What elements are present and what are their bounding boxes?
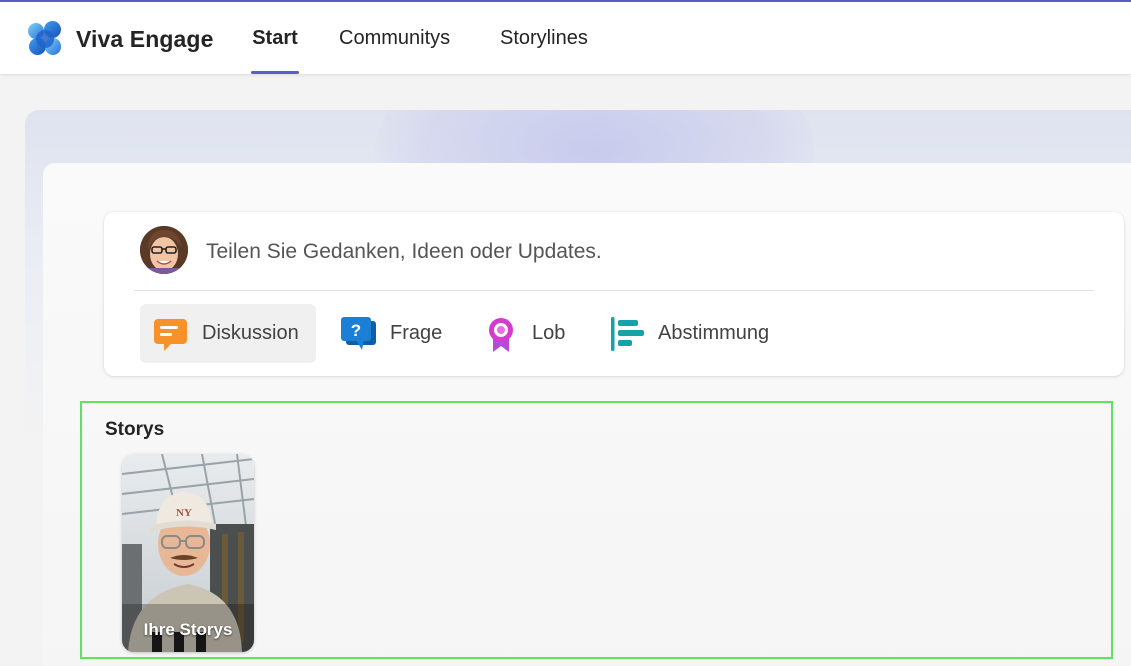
brand[interactable]: Viva Engage	[26, 20, 213, 58]
svg-text:NY: NY	[176, 507, 192, 519]
app-name: Viva Engage	[76, 25, 214, 52]
post-composer: Teilen Sie Gedanken, Ideen oder Updates.…	[104, 212, 1124, 376]
composer-divider	[134, 290, 1094, 291]
top-navigation-bar: Viva Engage Start Communitys Storylines	[0, 2, 1131, 74]
post-type-discussion-label: Diskussion	[202, 322, 299, 344]
user-portrait-image	[140, 226, 188, 274]
post-type-praise-button[interactable]: Lob	[470, 304, 577, 363]
viva-engage-logo-icon	[28, 21, 61, 55]
tab-start-label: Start	[252, 26, 298, 49]
tab-communitys-label: Communitys	[339, 26, 451, 49]
tab-storylines-label: Storylines	[500, 26, 588, 49]
avatar	[140, 226, 188, 274]
post-type-poll-label: Abstimmung	[658, 322, 770, 344]
post-type-praise-label: Lob	[532, 322, 566, 344]
svg-text:?: ?	[351, 321, 361, 340]
discussion-icon	[154, 318, 187, 351]
post-type-question-button[interactable]: ? Frage	[328, 304, 454, 363]
poll-icon	[611, 316, 644, 351]
post-type-question-label: Frage	[390, 322, 443, 344]
stories-heading: Storys	[105, 419, 165, 440]
post-type-poll-button[interactable]: Abstimmung	[596, 304, 781, 363]
post-type-discussion-button[interactable]: Diskussion	[140, 304, 316, 363]
tab-communitys[interactable]: Communitys	[339, 2, 450, 74]
question-icon: ?	[341, 316, 376, 350]
tab-storylines[interactable]: Storylines	[500, 2, 588, 74]
composer-input[interactable]: Teilen Sie Gedanken, Ideen oder Updates.	[206, 238, 602, 266]
stories-section: Storys NY Ihre Storys	[80, 401, 1113, 659]
story-card[interactable]: NY Ihre Storys	[122, 454, 254, 652]
praise-badge-icon	[489, 317, 513, 352]
active-tab-indicator	[251, 71, 299, 74]
tab-start[interactable]: Start	[251, 2, 299, 74]
story-label: Ihre Storys	[143, 620, 233, 639]
